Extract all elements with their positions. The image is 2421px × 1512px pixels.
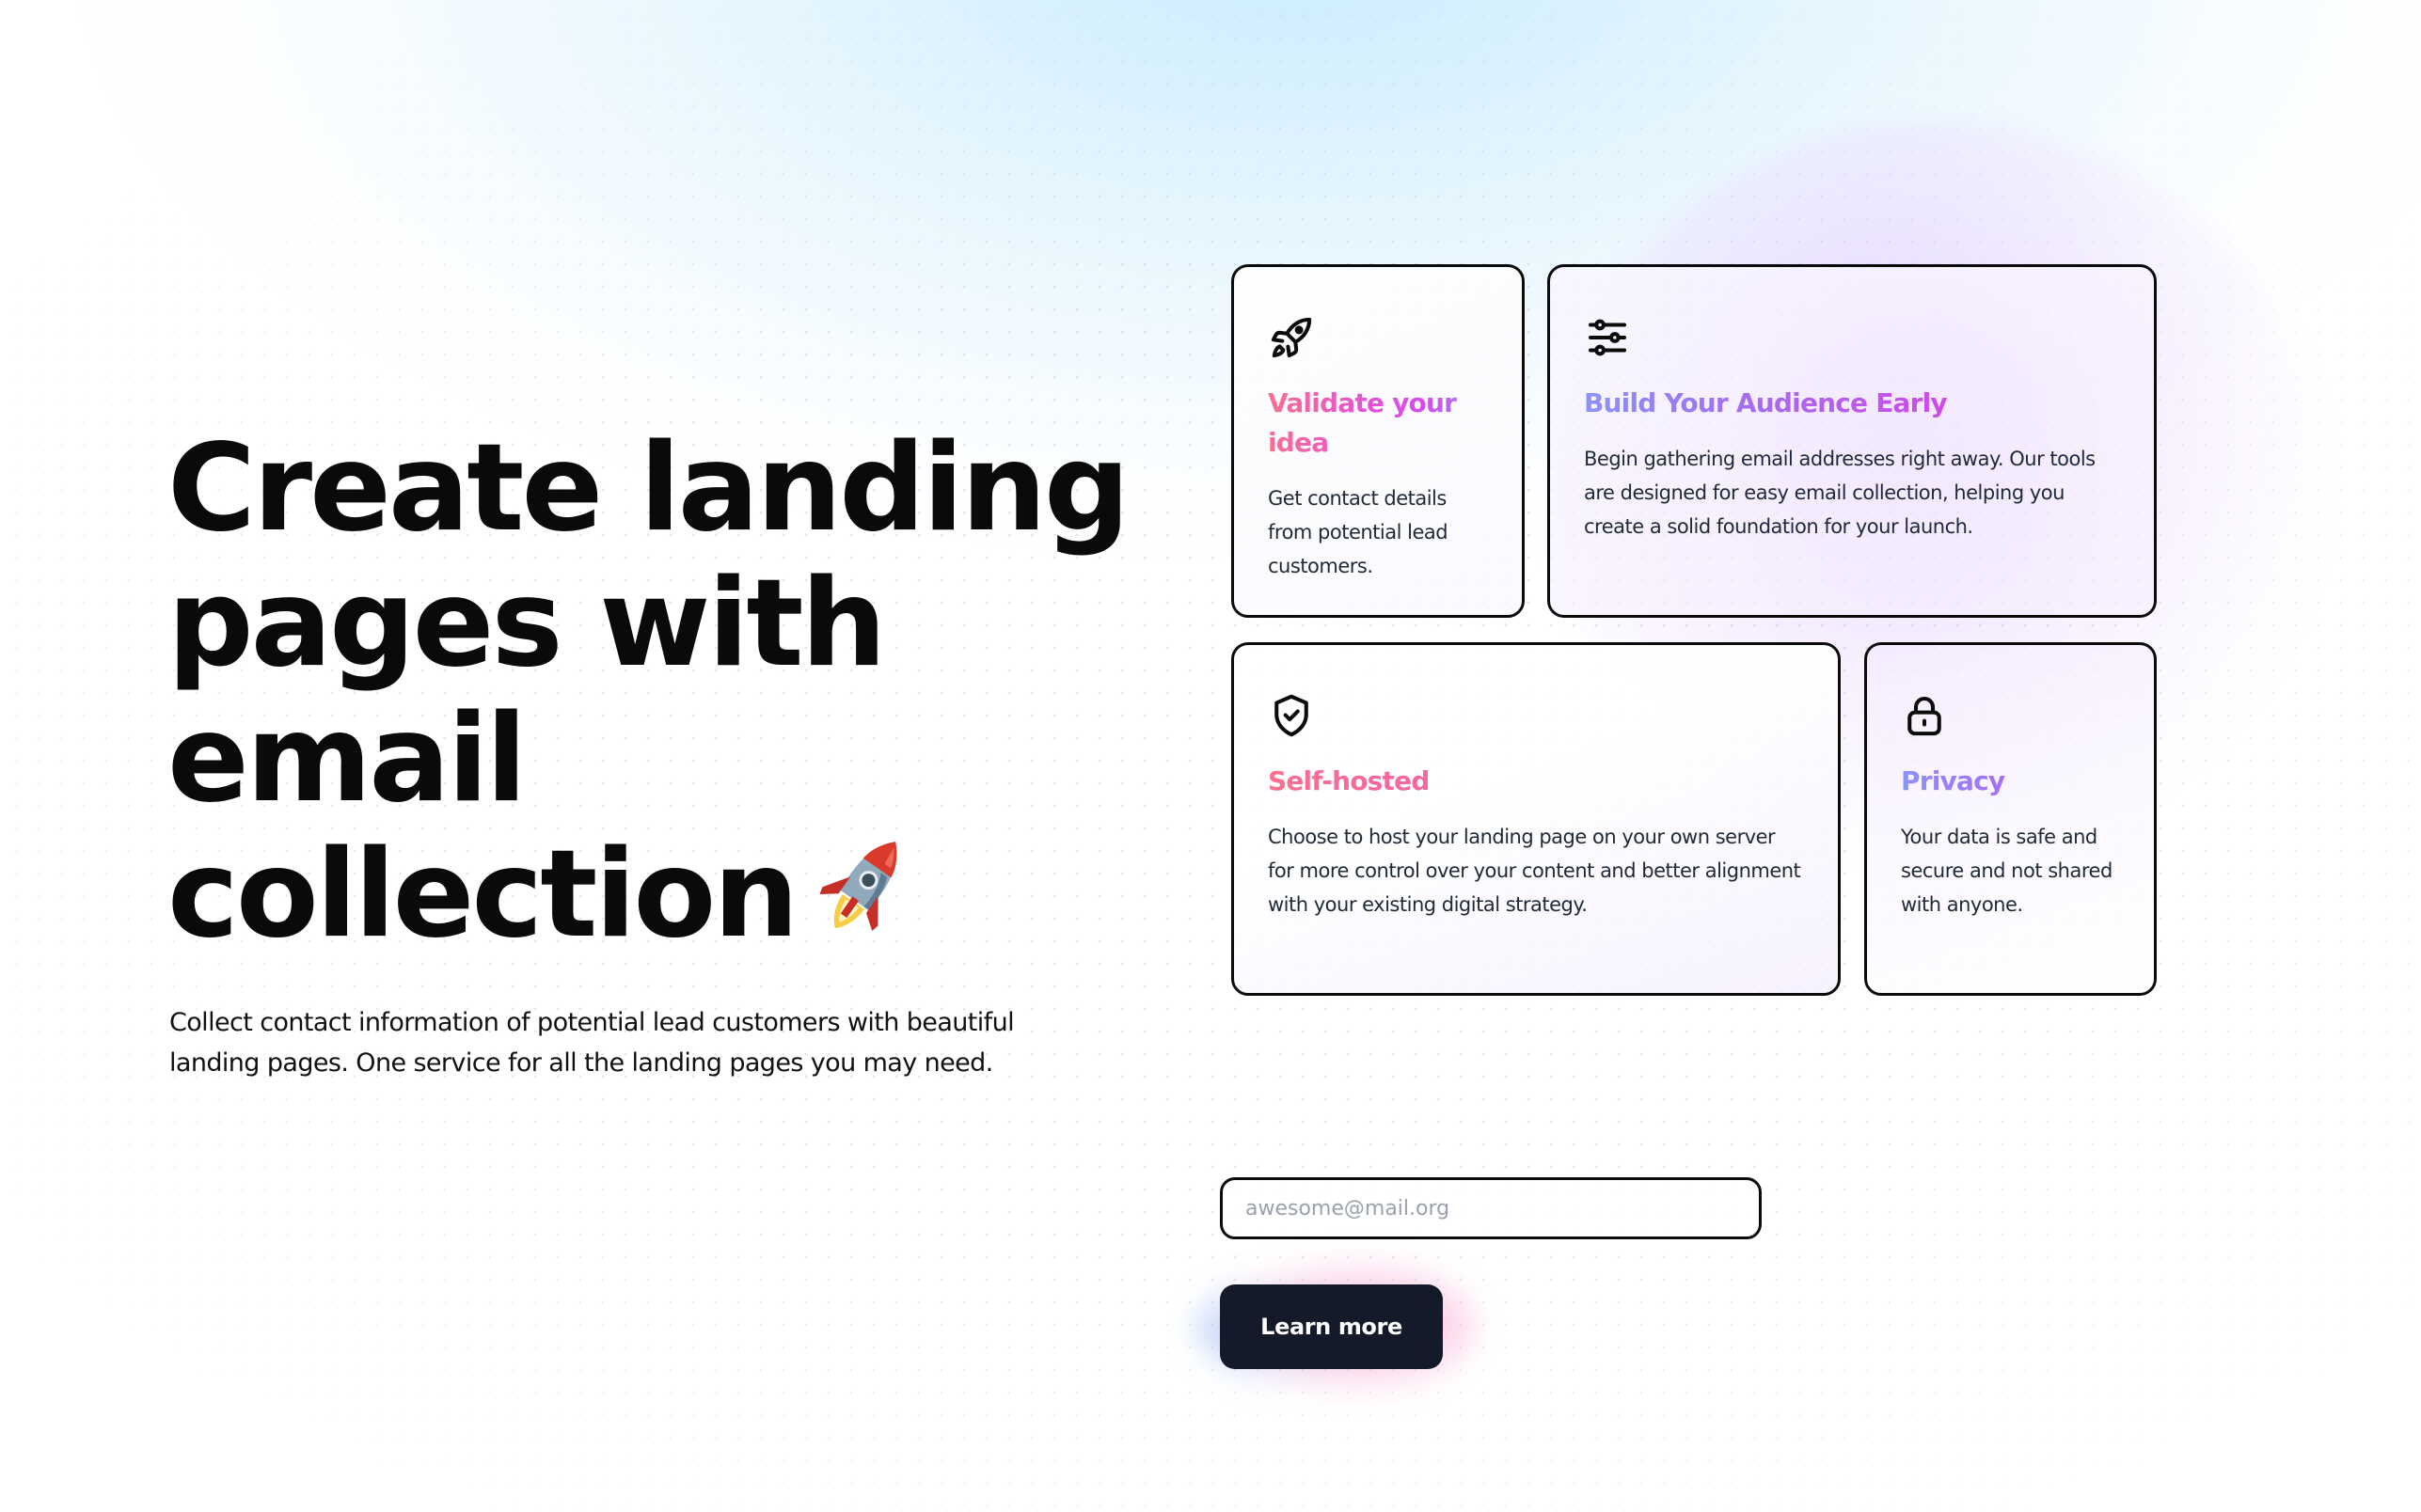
hero-title-line: pages with: [167, 554, 887, 694]
feature-description: Your data is safe and secure and not sha…: [1901, 826, 2112, 916]
lock-icon: [1899, 690, 1950, 741]
hero-title-line: collection: [167, 825, 799, 965]
feature-card-validate: Validate your idea Get contact details f…: [1231, 264, 1525, 618]
feature-description: Begin gathering email addresses right aw…: [1584, 448, 2096, 538]
hero-title-line: email: [167, 689, 527, 829]
feature-title: Self-hosted: [1268, 762, 1804, 801]
feature-description: Get contact details from potential lead …: [1268, 487, 1448, 577]
feature-title: Validate your idea: [1268, 384, 1488, 463]
rocket-emoji-icon: [809, 828, 922, 969]
hero-subtitle: Collect contact information of potential…: [169, 1008, 1015, 1078]
feature-title: Privacy: [1901, 762, 2120, 801]
feature-card-audience: Build Your Audience Early Begin gatherin…: [1547, 264, 2157, 618]
email-input[interactable]: [1220, 1177, 1762, 1239]
feature-description: Choose to host your landing page on your…: [1268, 826, 1801, 916]
learn-more-button[interactable]: Learn more: [1220, 1284, 1443, 1369]
shield-check-icon: [1266, 690, 1317, 741]
hero-title-line: Create landing: [167, 418, 1130, 559]
sliders-icon: [1582, 312, 1633, 363]
feature-card-self-hosted: Self-hosted Choose to host your landing …: [1231, 642, 1841, 996]
feature-title: Build Your Audience Early: [1584, 384, 2120, 423]
rocket-icon: [1266, 312, 1317, 363]
hero-title: Create landing pages with email collecti…: [167, 421, 1136, 969]
feature-card-privacy: Privacy Your data is safe and secure and…: [1864, 642, 2157, 996]
